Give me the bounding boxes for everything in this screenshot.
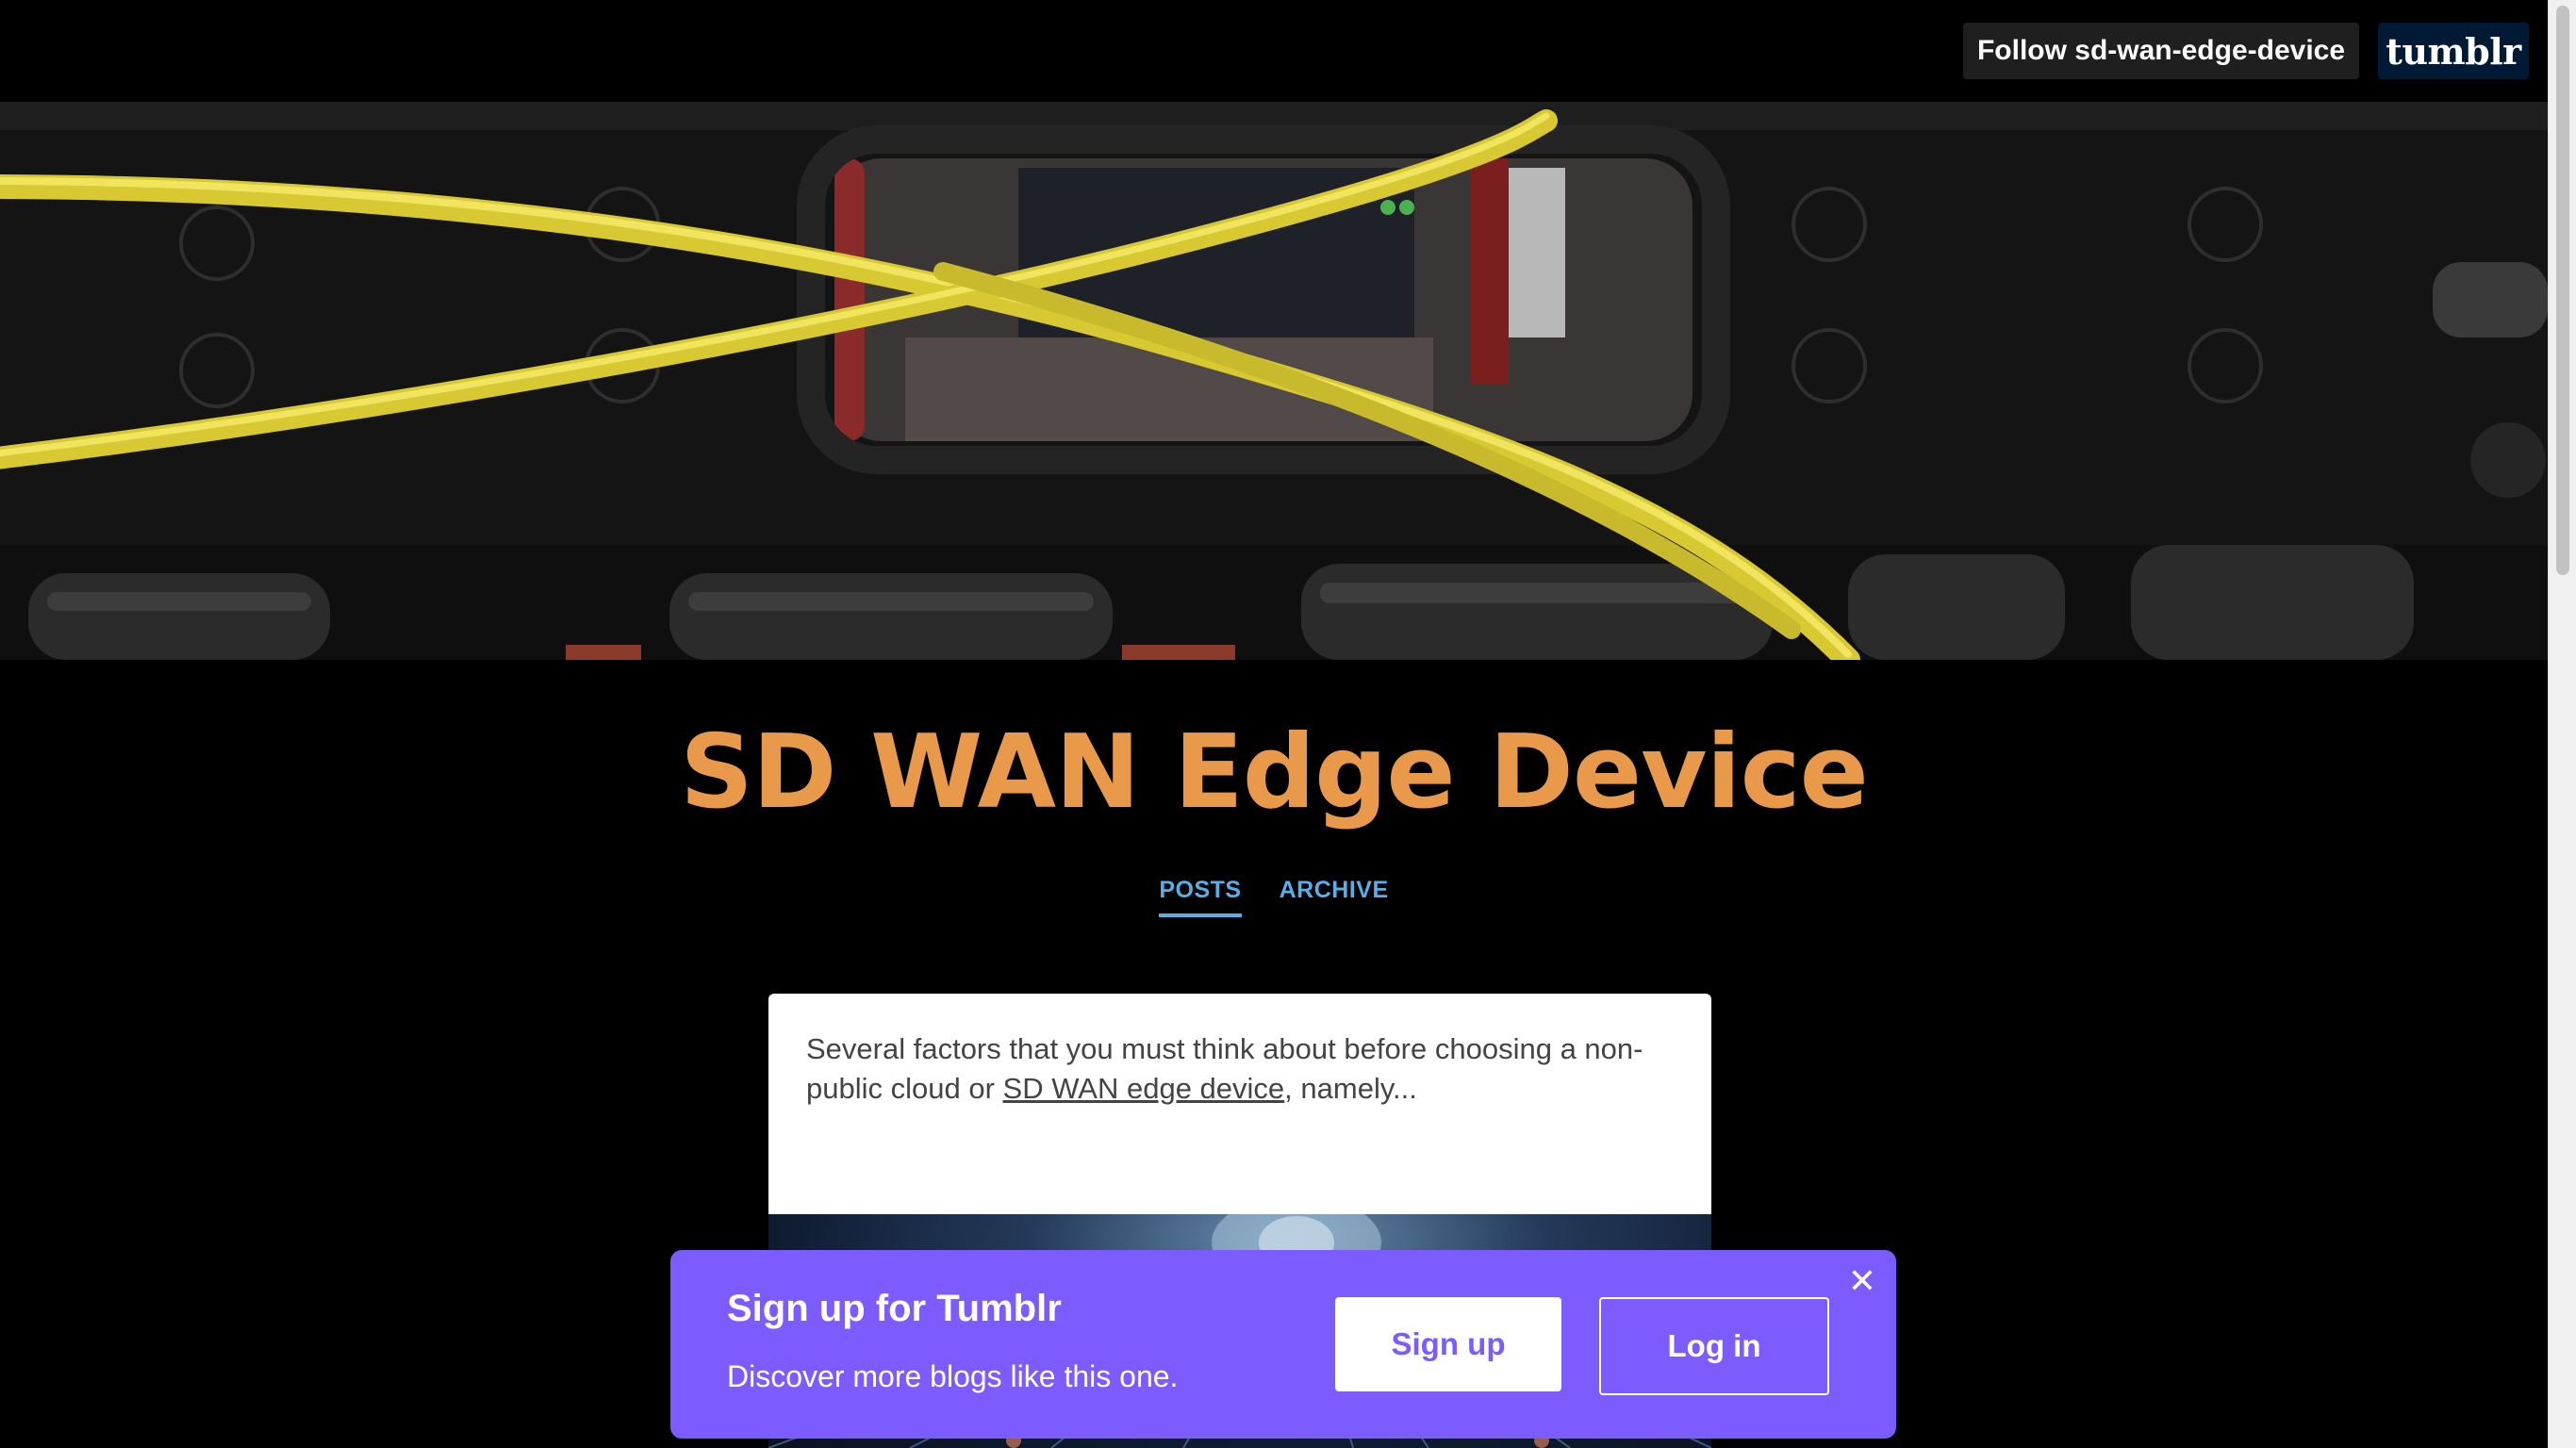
network-rack-photo xyxy=(0,102,2548,660)
scrollbar[interactable] xyxy=(2548,0,2576,1448)
page: Follow sd-wan-edge-device tumblr SD WAN … xyxy=(0,0,2576,1448)
blog-nav: POSTS ARCHIVE xyxy=(0,877,2548,917)
tumblr-logo[interactable]: tumblr xyxy=(2378,23,2529,79)
signup-title: Sign up for Tumblr xyxy=(727,1288,1062,1329)
signup-banner: Sign up for Tumblr Discover more blogs l… xyxy=(670,1250,1896,1439)
tab-archive[interactable]: ARCHIVE xyxy=(1280,877,1389,917)
top-bar: Follow sd-wan-edge-device tumblr xyxy=(0,0,2548,102)
blog-title: SD WAN Edge Device xyxy=(680,714,1869,831)
follow-button[interactable]: Follow sd-wan-edge-device xyxy=(1963,23,2359,79)
signup-subtitle: Discover more blogs like this one. xyxy=(727,1359,1179,1393)
header-image xyxy=(0,102,2548,660)
scrollbar-thumb[interactable] xyxy=(2556,6,2569,575)
post-text-after: , namely... xyxy=(1284,1072,1417,1105)
log-in-button[interactable]: Log in xyxy=(1599,1297,1829,1395)
close-icon[interactable]: ✕ xyxy=(1845,1265,1879,1299)
post-text: Several factors that you must think abou… xyxy=(806,1029,1674,1109)
sign-up-button[interactable]: Sign up xyxy=(1335,1297,1561,1391)
tab-posts[interactable]: POSTS xyxy=(1159,877,1242,917)
post-link[interactable]: SD WAN edge device xyxy=(1003,1072,1285,1105)
